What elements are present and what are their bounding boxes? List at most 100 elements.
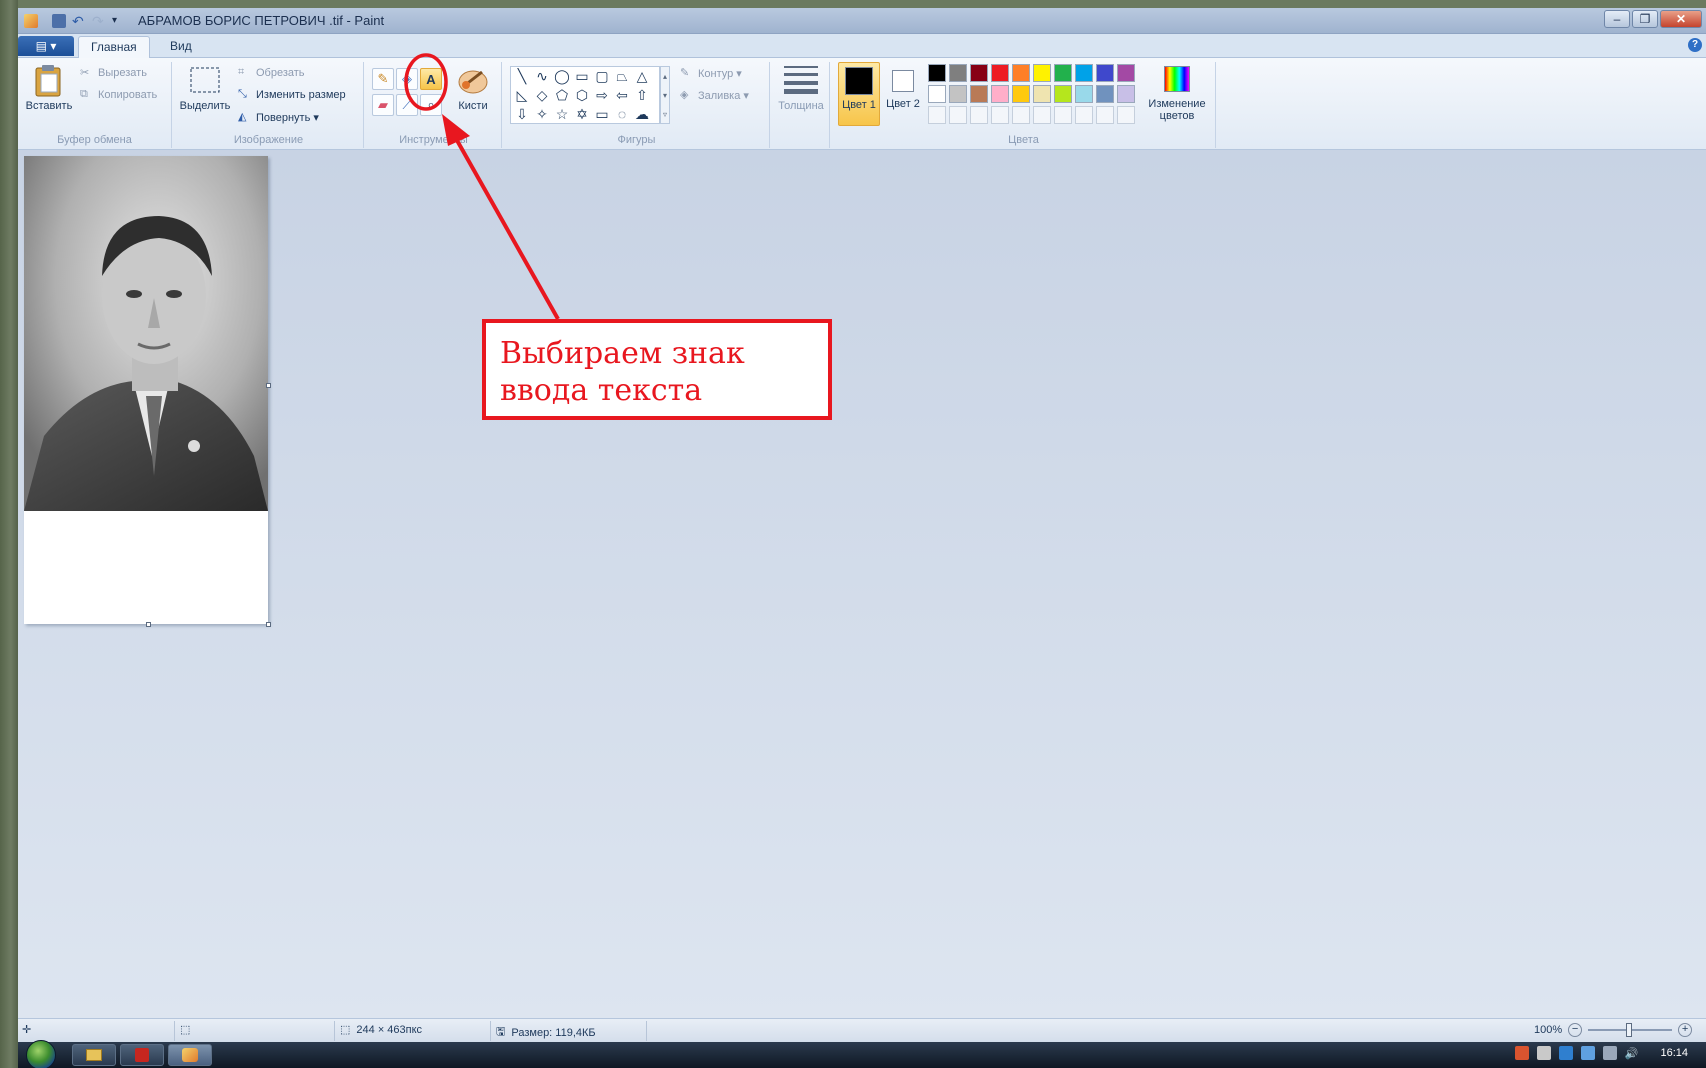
color1-button[interactable]: Цвет 1 <box>838 62 880 126</box>
custom-color-slot[interactable] <box>1012 106 1030 124</box>
palette-swatch[interactable] <box>970 64 988 82</box>
paste-button[interactable]: Вставить <box>24 62 74 126</box>
up-arrow-shape-icon[interactable]: ⇧ <box>633 86 651 104</box>
magnifier-tool[interactable]: ⌕ <box>420 94 442 116</box>
rectangle-shape-icon[interactable]: ▭ <box>573 67 591 85</box>
right-triangle-shape-icon[interactable]: ◺ <box>513 86 531 104</box>
custom-color-slot[interactable] <box>991 106 1009 124</box>
custom-color-slot[interactable] <box>1054 106 1072 124</box>
zoom-in-icon[interactable]: + <box>1678 1023 1693 1037</box>
palette-swatch[interactable] <box>991 64 1009 82</box>
palette-swatch[interactable] <box>1096 85 1114 103</box>
paint-app-icon[interactable] <box>24 13 38 28</box>
right-arrow-shape-icon[interactable]: ⇨ <box>593 86 611 104</box>
fill-dropdown[interactable]: ◈ Заливка ▾ <box>680 86 749 104</box>
rounded-rectangle-shape-icon[interactable]: ▢ <box>593 67 611 85</box>
shapes-scrollbar[interactable]: ▴ ▾ ▿ <box>660 66 670 124</box>
redo-icon[interactable]: ↷ <box>92 14 106 28</box>
cloud-callout-shape-icon[interactable]: ☁ <box>633 105 651 123</box>
palette-swatch[interactable] <box>1012 64 1030 82</box>
zoom-slider-thumb[interactable] <box>1626 1023 1633 1037</box>
tray-app-icon-2[interactable] <box>1558 1046 1573 1060</box>
crop-button[interactable]: ⌗ Обрезать <box>238 64 305 82</box>
resize-handle-bottom[interactable] <box>146 622 151 627</box>
close-button[interactable]: ✕ <box>1660 10 1702 28</box>
palette-swatch[interactable] <box>1054 85 1072 103</box>
palette-swatch[interactable] <box>1075 64 1093 82</box>
tab-home[interactable]: Главная <box>78 36 150 58</box>
start-button[interactable] <box>26 1040 56 1068</box>
palette-swatch[interactable] <box>928 85 946 103</box>
oval-callout-shape-icon[interactable]: ◌ <box>613 105 631 123</box>
curve-shape-icon[interactable]: ∿ <box>533 67 551 85</box>
help-icon[interactable]: ? <box>1688 38 1702 52</box>
palette-swatch[interactable] <box>1033 85 1051 103</box>
palette-swatch[interactable] <box>1033 64 1051 82</box>
rect-callout-shape-icon[interactable]: ▭ <box>593 105 611 123</box>
app-menu-button[interactable]: ▤ ▾ <box>18 36 74 56</box>
color-picker-tool[interactable]: ⟋ <box>396 94 418 116</box>
color2-button[interactable]: Цвет 2 <box>882 62 924 126</box>
zoom-slider[interactable] <box>1588 1023 1673 1037</box>
pentagon-shape-icon[interactable]: ⬠ <box>553 86 571 104</box>
taskbar-paint-button[interactable] <box>168 1044 212 1066</box>
six-point-star-shape-icon[interactable]: ✡ <box>573 105 591 123</box>
tray-display-icon[interactable] <box>1602 1046 1617 1060</box>
image-canvas[interactable] <box>24 156 268 624</box>
palette-swatch[interactable] <box>1117 64 1135 82</box>
palette-swatch[interactable] <box>928 64 946 82</box>
palette-swatch[interactable] <box>1117 85 1135 103</box>
resize-handle-right[interactable] <box>266 383 271 388</box>
palette-swatch[interactable] <box>949 85 967 103</box>
size-button[interactable]: Толщина <box>774 62 828 126</box>
brushes-button[interactable]: Кисти <box>450 62 496 126</box>
polygon-shape-icon[interactable]: ⏢ <box>613 67 631 85</box>
eraser-tool[interactable]: ▰ <box>372 94 394 116</box>
five-point-star-shape-icon[interactable]: ☆ <box>553 105 571 123</box>
fill-tool[interactable]: ◈ <box>396 68 418 90</box>
palette-swatch[interactable] <box>949 64 967 82</box>
palette-swatch[interactable] <box>991 85 1009 103</box>
volume-icon[interactable]: 🔊 <box>1625 1047 1639 1060</box>
tray-network-icon[interactable] <box>1580 1046 1595 1060</box>
text-tool[interactable]: A <box>420 68 442 90</box>
maximize-button[interactable]: ❐ <box>1632 10 1658 28</box>
outline-dropdown[interactable]: ✎ Контур ▾ <box>680 64 742 82</box>
tray-app-icon-1[interactable] <box>1514 1046 1529 1060</box>
left-arrow-shape-icon[interactable]: ⇦ <box>613 86 631 104</box>
copy-button[interactable]: ⧉ Копировать <box>80 86 157 104</box>
resize-button[interactable]: ⤡ Изменить размер <box>238 86 346 104</box>
four-point-star-shape-icon[interactable]: ✧ <box>533 105 551 123</box>
triangle-shape-icon[interactable]: △ <box>633 67 651 85</box>
select-button[interactable]: Выделить <box>178 62 232 126</box>
line-shape-icon[interactable]: ╲ <box>513 67 531 85</box>
pencil-tool[interactable]: ✎ <box>372 68 394 90</box>
hexagon-shape-icon[interactable]: ⬡ <box>573 86 591 104</box>
resize-handle-corner[interactable] <box>266 622 271 627</box>
custom-color-slot[interactable] <box>1117 106 1135 124</box>
rotate-button[interactable]: ◭ Повернуть ▾ <box>238 108 319 126</box>
custom-color-slot[interactable] <box>949 106 967 124</box>
custom-color-slot[interactable] <box>1075 106 1093 124</box>
oval-shape-icon[interactable]: ◯ <box>553 67 571 85</box>
custom-color-slot[interactable] <box>1096 106 1114 124</box>
canvas-workspace[interactable] <box>18 150 1706 1018</box>
down-arrow-shape-icon[interactable]: ⇩ <box>513 105 531 123</box>
tab-view[interactable]: Вид <box>158 36 204 58</box>
edit-colors-button[interactable]: Изменение цветов <box>1144 62 1210 126</box>
diamond-shape-icon[interactable]: ◇ <box>533 86 551 104</box>
palette-swatch[interactable] <box>1075 85 1093 103</box>
custom-color-slot[interactable] <box>1033 106 1051 124</box>
taskbar-explorer-button[interactable] <box>72 1044 116 1066</box>
custom-color-slot[interactable] <box>970 106 988 124</box>
palette-swatch[interactable] <box>970 85 988 103</box>
palette-swatch[interactable] <box>1054 64 1072 82</box>
save-icon[interactable] <box>52 13 66 28</box>
undo-icon[interactable]: ↶ <box>72 14 86 28</box>
custom-color-slot[interactable] <box>928 106 946 124</box>
minimize-button[interactable]: – <box>1604 10 1630 28</box>
palette-swatch[interactable] <box>1012 85 1030 103</box>
cut-button[interactable]: ✂ Вырезать <box>80 64 147 82</box>
clock[interactable]: 16:14 <box>1660 1047 1688 1059</box>
taskbar-acrobat-button[interactable] <box>120 1044 164 1066</box>
